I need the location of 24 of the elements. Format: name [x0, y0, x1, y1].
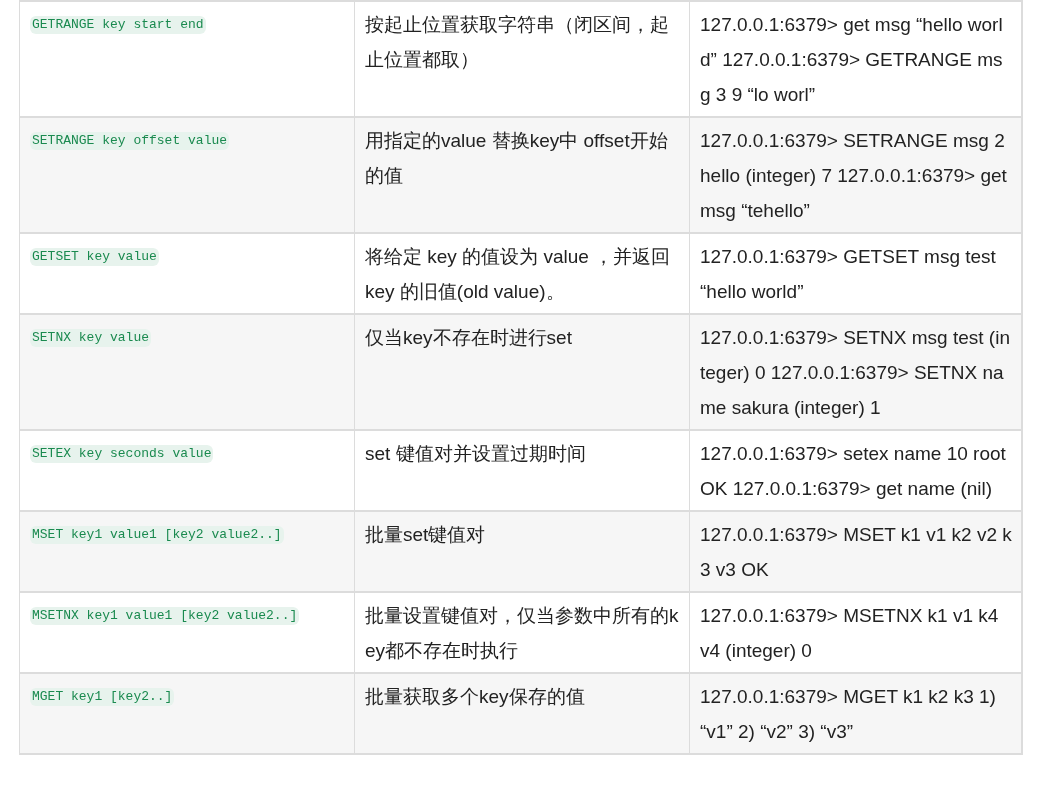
- example-text: 127.0.0.1:6379> SETNX msg test (integer) 0 127.0.0.1:6379> SETNX name sakura (integer) 1: [700, 326, 1011, 420]
- description-text: 仅当key不存在时进行set: [365, 326, 573, 350]
- command-code: SETRANGE key offset value: [30, 132, 230, 150]
- command-code: MGET key1 [key2..]: [30, 688, 175, 706]
- command-code: SETNX key value: [30, 329, 152, 347]
- description-text: 批量set键值对: [365, 523, 487, 547]
- example-text: 127.0.0.1:6379> MGET k1 k2 k3 1) “v1” 2) “v2” 3) “v3”: [700, 685, 997, 744]
- example-text: 127.0.0.1:6379> setex name 10 root OK 127.0.0.1:6379> get name (nil): [700, 442, 1007, 501]
- command-code: GETRANGE key start end: [30, 16, 206, 34]
- description-text: 用指定的value 替换key中 offset开始的值: [365, 129, 669, 188]
- description-text: 将给定 key 的值设为 value ，并返回 key 的旧值(old value)。: [365, 245, 672, 304]
- command-code: MSET key1 value1 [key2 value2..]: [30, 526, 284, 544]
- description-text: set 键值对并设置过期时间: [365, 442, 587, 466]
- example-text: 127.0.0.1:6379> MSETNX k1 v1 k4 v4 (integer) 0: [700, 604, 1000, 663]
- example-text: 127.0.0.1:6379> GETSET msg test “hello world”: [700, 245, 997, 304]
- command-code: GETSET key value: [30, 248, 159, 266]
- example-text: 127.0.0.1:6379> get msg “hello world” 127.0.0.1:6379> GETRANGE msg 3 9 “lo worl”: [700, 13, 1004, 107]
- example-text: 127.0.0.1:6379> MSET k1 v1 k2 v2 k3 v3 OK: [700, 523, 1012, 582]
- description-text: 批量获取多个key保存的值: [365, 685, 586, 709]
- example-text: 127.0.0.1:6379> SETRANGE msg 2 hello (integer) 7 127.0.0.1:6379> get msg “tehello”: [700, 129, 1008, 223]
- command-code: SETEX key seconds value: [30, 445, 214, 463]
- description-text: 批量设置键值对，仅当参数中所有的key都不存在时执行: [365, 604, 680, 663]
- command-code: MSETNX key1 value1 [key2 value2..]: [30, 607, 300, 625]
- description-text: 按起止位置获取字符串（闭区间，起止位置都取）: [365, 13, 670, 72]
